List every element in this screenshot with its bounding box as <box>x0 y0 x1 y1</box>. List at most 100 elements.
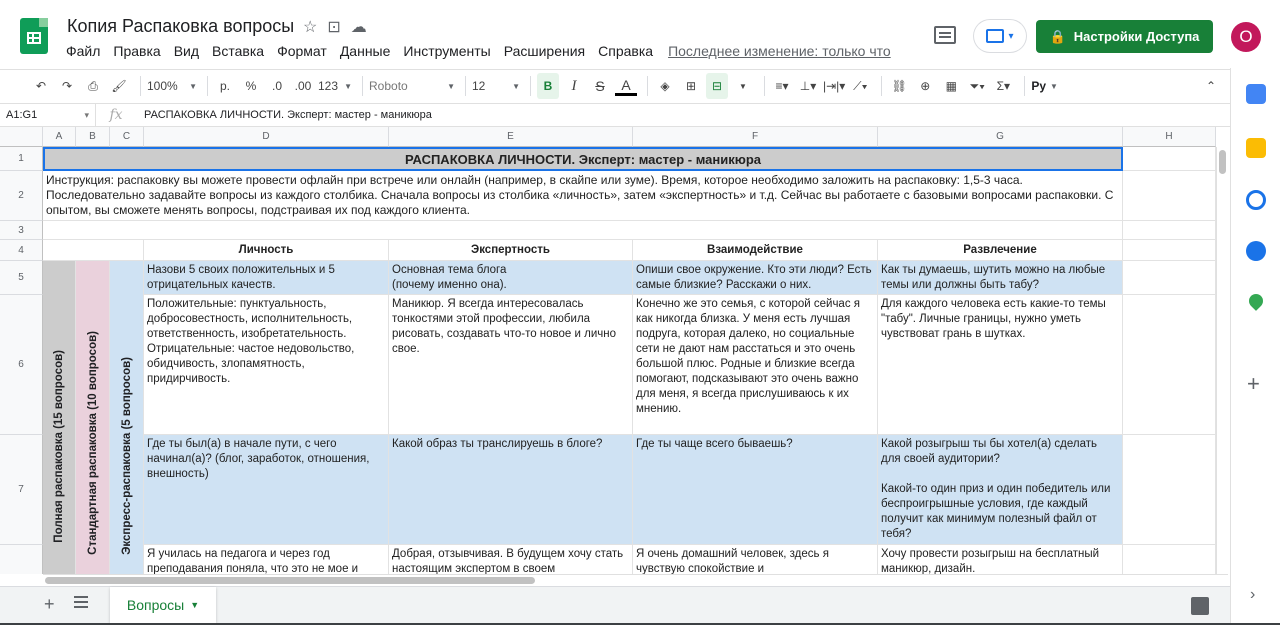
last-edit-link[interactable]: Последнее изменение: только что <box>668 43 891 59</box>
font-size-select[interactable]: 12 ▼ <box>472 73 520 99</box>
answer-cell[interactable]: Хочу провести розыгрыш на бесплатный ман… <box>878 545 1123 574</box>
formula-input[interactable]: РАСПАКОВКА ЛИЧНОСТИ. Эксперт: мастер - м… <box>136 109 432 121</box>
calendar-icon[interactable] <box>1246 84 1266 104</box>
text-wrap-icon[interactable]: |⇥|▾ <box>823 73 845 99</box>
print-icon[interactable]: ⎙ <box>82 73 104 99</box>
question-cell[interactable]: Основная тема блога (почему именно она). <box>389 261 633 295</box>
text-color-button[interactable]: A <box>615 76 637 96</box>
empty-cell[interactable] <box>1123 545 1216 574</box>
menu-data[interactable]: Данные <box>340 43 391 59</box>
vertical-align-icon[interactable]: ⊥▾ <box>797 73 819 99</box>
header-personality[interactable]: Личность <box>144 240 389 261</box>
get-addons-icon[interactable]: + <box>1247 371 1260 397</box>
paint-format-icon[interactable]: 🖌 <box>108 73 130 99</box>
answer-cell[interactable]: Добрая, отзывчивая. В будущем хочу стать… <box>389 545 633 574</box>
question-cell[interactable]: Где ты был(а) в начале пути, с чего начи… <box>144 435 389 545</box>
empty-cell[interactable] <box>1123 147 1216 171</box>
contacts-icon[interactable] <box>1246 241 1266 261</box>
menu-insert[interactable]: Вставка <box>212 43 264 59</box>
menu-tools[interactable]: Инструменты <box>403 43 490 59</box>
empty-cell[interactable] <box>1123 261 1216 295</box>
answer-cell[interactable]: Положительные: пунктуальность, добросове… <box>144 295 389 435</box>
share-button[interactable]: 🔒 Настройки Доступа <box>1036 20 1213 53</box>
merge-cells-icon[interactable]: ⊟ <box>706 73 728 99</box>
empty-cell[interactable] <box>1123 295 1216 435</box>
move-folder-icon[interactable]: ⊡ <box>327 17 340 37</box>
fill-color-icon[interactable]: ◈ <box>654 73 676 99</box>
column-header[interactable]: E <box>389 127 633 147</box>
answer-cell[interactable]: Для каждого человека есть какие-то темы … <box>878 295 1123 435</box>
menu-help[interactable]: Справка <box>598 43 653 59</box>
avatar[interactable]: О <box>1231 22 1261 52</box>
header-interaction[interactable]: Взаимодействие <box>633 240 878 261</box>
currency-format-button[interactable]: р. <box>214 73 236 99</box>
select-all-corner[interactable] <box>0 127 43 147</box>
chevron-down-icon[interactable]: ▼ <box>190 600 199 610</box>
percent-format-button[interactable]: % <box>240 73 262 99</box>
header-entertainment[interactable]: Развлечение <box>878 240 1123 261</box>
comment-history-icon[interactable] <box>934 26 956 44</box>
row-header[interactable]: 2 <box>0 171 43 221</box>
menu-format[interactable]: Формат <box>277 43 327 59</box>
header-expertise[interactable]: Экспертность <box>389 240 633 261</box>
input-tools-button[interactable]: Ру ▼ <box>1031 73 1058 99</box>
column-header[interactable]: A <box>43 127 76 147</box>
star-icon[interactable]: ☆ <box>303 17 317 37</box>
column-header[interactable]: C <box>110 127 144 147</box>
row-header[interactable]: 4 <box>0 240 43 261</box>
question-cell[interactable]: Какой образ ты транслируешь в блоге? <box>389 435 633 545</box>
row-header[interactable]: 3 <box>0 221 43 240</box>
scrollbar-thumb[interactable] <box>1219 150 1226 174</box>
row-header[interactable]: 7 <box>0 435 43 545</box>
label-standard-unpack[interactable]: Стандартная распаковка (10 вопросов) <box>76 261 110 574</box>
text-rotation-icon[interactable]: ⟋▾ <box>849 73 871 99</box>
empty-cell[interactable] <box>1123 240 1216 261</box>
column-header[interactable]: H <box>1123 127 1216 147</box>
insert-comment-icon[interactable]: ⊕ <box>914 73 936 99</box>
empty-cell[interactable] <box>43 221 1123 240</box>
label-express-unpack[interactable]: Экспресс-распаковка (5 вопросов) <box>110 261 144 574</box>
column-header[interactable]: B <box>76 127 110 147</box>
sheets-logo-icon[interactable] <box>20 18 48 54</box>
explore-icon[interactable] <box>1191 597 1209 615</box>
insert-chart-icon[interactable]: ▦ <box>940 73 962 99</box>
horizontal-align-icon[interactable]: ≡▾ <box>771 73 793 99</box>
row-header[interactable]: 6 <box>0 295 43 435</box>
answer-cell[interactable]: Я очень домашний человек, здесь я чувств… <box>633 545 878 574</box>
maps-icon[interactable] <box>1246 291 1266 311</box>
name-box[interactable]: A1:G1 <box>0 104 96 126</box>
empty-cell[interactable] <box>1123 221 1216 240</box>
add-sheet-icon[interactable]: + <box>44 594 55 615</box>
filter-icon[interactable]: ⏷▾ <box>966 73 988 99</box>
decrease-decimal-button[interactable]: .0 <box>266 73 288 99</box>
collapse-toolbar-icon[interactable]: ⌃ <box>1200 73 1222 99</box>
empty-cell[interactable] <box>43 240 144 261</box>
present-button[interactable]: ▾ <box>974 20 1026 52</box>
answer-cell[interactable]: Конечно же это семья, с которой сейчас я… <box>633 295 878 435</box>
strikethrough-button[interactable]: S <box>589 73 611 99</box>
chevron-right-icon[interactable]: › <box>1250 586 1255 604</box>
answer-cell[interactable]: Маникюр. Я всегда интересовалась тонкост… <box>389 295 633 435</box>
italic-button[interactable]: I <box>563 73 585 99</box>
column-header[interactable]: D <box>144 127 389 147</box>
all-sheets-icon[interactable] <box>74 596 88 610</box>
empty-cell[interactable] <box>1123 435 1216 545</box>
title-cell[interactable]: РАСПАКОВКА ЛИЧНОСТИ. Эксперт: мастер - м… <box>43 147 1123 171</box>
horizontal-scrollbar[interactable] <box>43 574 1228 586</box>
tasks-icon[interactable] <box>1246 190 1266 210</box>
menu-file[interactable]: Файл <box>66 43 100 59</box>
menu-edit[interactable]: Правка <box>113 43 160 59</box>
row-header[interactable]: 5 <box>0 261 43 295</box>
column-header[interactable]: G <box>878 127 1123 147</box>
insert-link-icon[interactable]: ⛓ <box>888 73 910 99</box>
question-cell[interactable]: Какой розыгрыш ты бы хотел(а) сделать дл… <box>878 435 1123 545</box>
answer-cell[interactable]: Я училась на педагога и через год препод… <box>144 545 389 574</box>
functions-icon[interactable]: Σ▾ <box>992 73 1014 99</box>
undo-icon[interactable]: ↶ <box>30 73 52 99</box>
column-header[interactable]: F <box>633 127 878 147</box>
label-full-unpack[interactable]: Полная распаковка (15 вопросов) <box>43 261 76 574</box>
row-header[interactable]: 1 <box>0 147 43 171</box>
borders-icon[interactable]: ⊞ <box>680 73 702 99</box>
scrollbar-thumb[interactable] <box>45 577 535 584</box>
instruction-cell[interactable]: Инструкция: распаковку вы можете провест… <box>43 171 1123 221</box>
